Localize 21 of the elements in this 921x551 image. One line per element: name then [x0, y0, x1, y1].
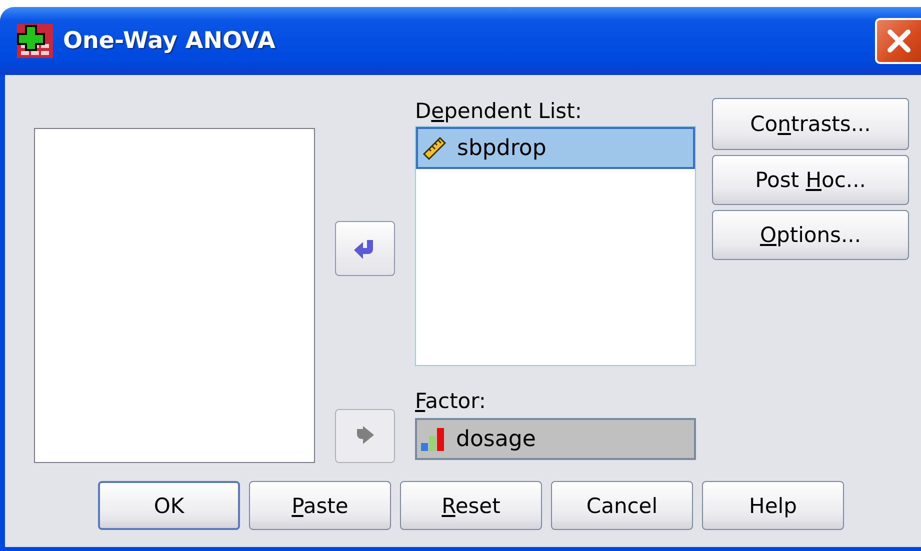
window-title: One-Way ANOVA: [63, 28, 276, 54]
factor-field[interactable]: dosage: [415, 418, 696, 460]
dialog-button[interactable]: Reset: [400, 481, 542, 530]
dialog-button[interactable]: Paste: [249, 481, 391, 530]
dialog-button[interactable]: Post Hoc...: [712, 155, 909, 205]
dialog-button[interactable]: Contrasts...: [712, 98, 909, 150]
move-button[interactable]: [335, 221, 395, 276]
dialog-button[interactable]: Options...: [712, 210, 909, 260]
variable-name: sbpdrop: [457, 136, 546, 160]
dialog-button[interactable]: OK: [98, 481, 240, 530]
dialog-button[interactable]: Help: [702, 481, 844, 530]
dependent-list-label: Dependent List:: [415, 98, 583, 124]
list-item[interactable]: sbpdrop: [416, 127, 695, 169]
dialog-button[interactable]: Cancel: [551, 481, 693, 530]
variable-name: dosage: [456, 426, 536, 452]
close-button[interactable]: [875, 18, 921, 64]
ruler-icon: [421, 135, 447, 161]
app-icon: [17, 24, 53, 58]
dependent-list[interactable]: sbpdrop: [415, 126, 696, 366]
bar-chart-icon: [420, 426, 446, 452]
factor-label: Factor:: [415, 388, 487, 414]
